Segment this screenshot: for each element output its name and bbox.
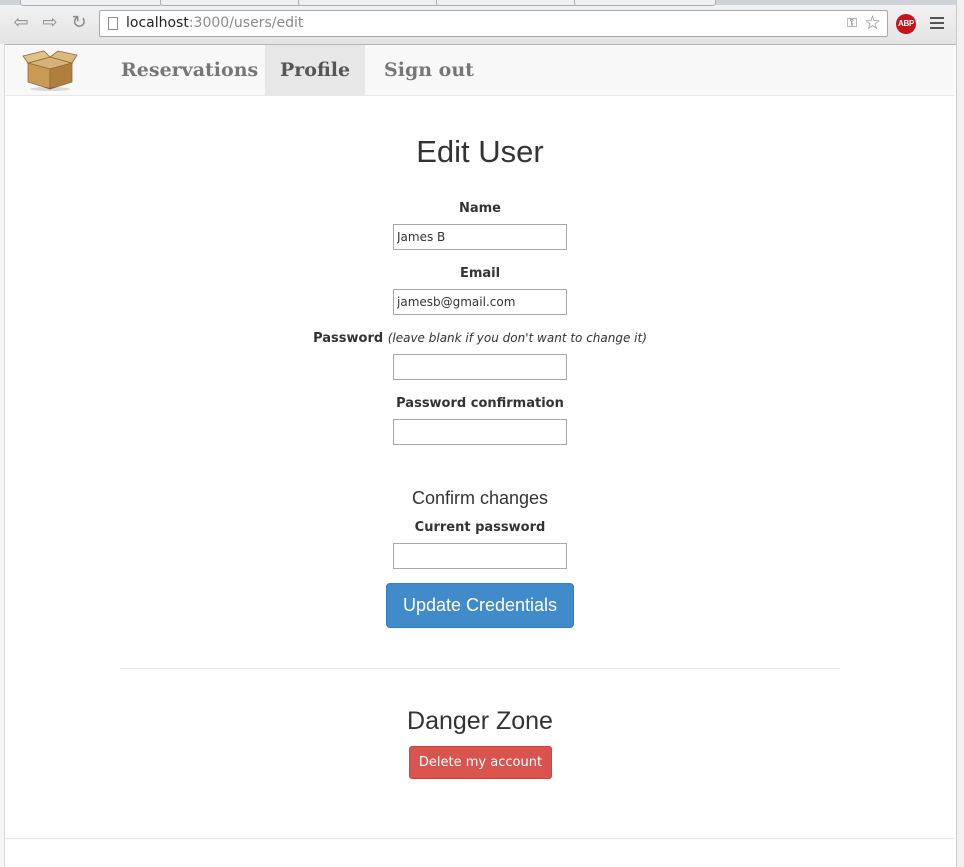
password-field[interactable] bbox=[393, 354, 567, 380]
address-bar[interactable]: localhost:3000/users/edit ⚿ ☆ bbox=[99, 10, 888, 37]
forward-icon[interactable]: ⇨ bbox=[38, 12, 62, 34]
back-icon[interactable]: ⇦ bbox=[9, 12, 33, 34]
email-field[interactable] bbox=[393, 289, 567, 315]
adblock-icon[interactable]: ABP bbox=[896, 14, 916, 34]
page-icon bbox=[108, 17, 118, 30]
nav-profile[interactable]: Profile bbox=[265, 45, 366, 95]
confirm-changes-heading: Confirm changes bbox=[411, 488, 549, 508]
reload-icon[interactable]: ↻ bbox=[67, 12, 91, 34]
update-credentials-button[interactable]: Update Credentials bbox=[386, 583, 574, 628]
browser-tab[interactable] bbox=[436, 0, 578, 6]
url-text[interactable]: localhost:3000/users/edit bbox=[126, 15, 303, 31]
window-left-border bbox=[0, 44, 5, 867]
current-password-field[interactable] bbox=[393, 543, 567, 569]
page-title: Edit User bbox=[416, 134, 544, 169]
delete-account-button[interactable]: Delete my account bbox=[409, 746, 552, 779]
key-icon[interactable]: ⚿ bbox=[847, 16, 857, 31]
footer-divider bbox=[6, 838, 954, 839]
browser-tab[interactable] bbox=[20, 0, 162, 6]
browser-tab[interactable] bbox=[574, 0, 716, 6]
name-field[interactable] bbox=[393, 224, 567, 250]
password-label: Password (leave blank if you don't want … bbox=[6, 331, 954, 346]
section-divider bbox=[120, 668, 840, 669]
password-hint: (leave blank if you don't want to change… bbox=[387, 331, 647, 345]
box-icon[interactable] bbox=[22, 49, 78, 91]
menu-icon[interactable] bbox=[930, 17, 944, 32]
site-navbar: Reservations Profile Sign out bbox=[6, 45, 954, 96]
current-password-label: Current password bbox=[414, 520, 546, 535]
browser-tab[interactable] bbox=[298, 0, 440, 6]
browser-tab[interactable] bbox=[160, 0, 302, 6]
star-icon[interactable]: ☆ bbox=[864, 12, 881, 34]
password-label-text: Password bbox=[313, 331, 384, 346]
email-label: Email bbox=[459, 266, 501, 281]
password-confirmation-field[interactable] bbox=[393, 419, 567, 445]
password-confirmation-label: Password confirmation bbox=[396, 396, 564, 411]
nav-sign-out[interactable]: Sign out bbox=[369, 45, 489, 95]
window-scrollbar[interactable] bbox=[956, 0, 964, 867]
browser-toolbar: ⇦ ⇨ ↻ localhost:3000/users/edit ⚿ ☆ ABP bbox=[0, 0, 958, 45]
nav-reservations[interactable]: Reservations bbox=[106, 45, 273, 95]
name-label: Name bbox=[458, 201, 501, 216]
danger-zone-heading: Danger Zone bbox=[407, 707, 553, 735]
tab-strip bbox=[0, 0, 958, 6]
